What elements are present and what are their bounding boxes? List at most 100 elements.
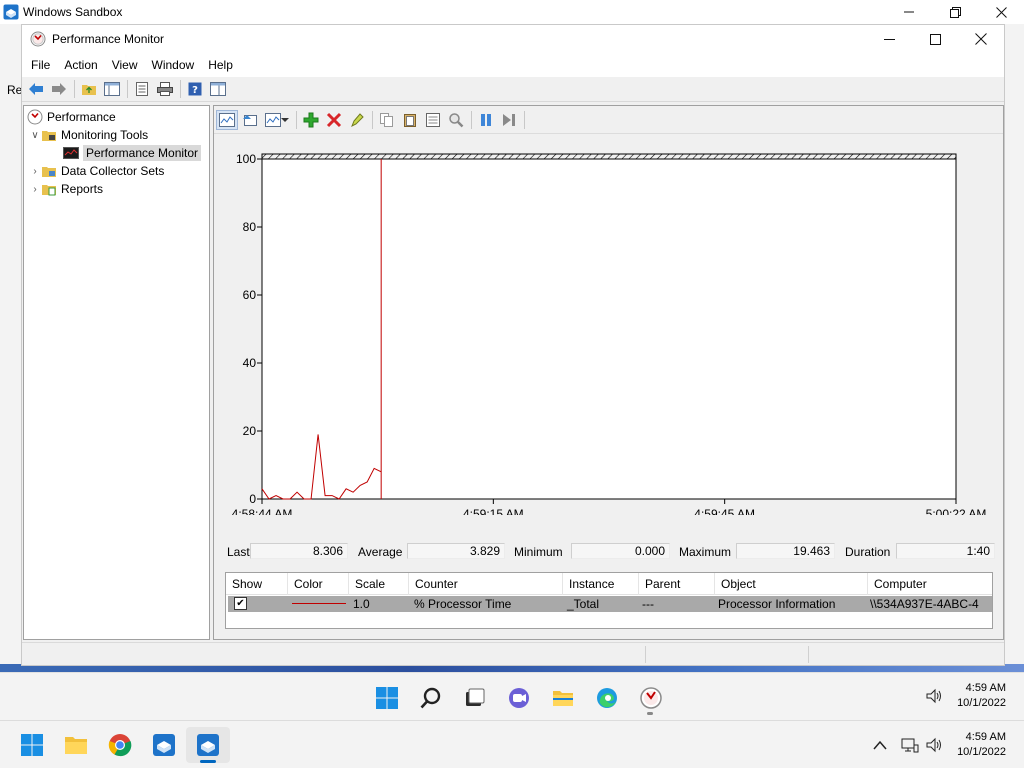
search-button[interactable] — [409, 681, 453, 715]
tree-item-performance-monitor[interactable]: Performance Monitor — [63, 144, 202, 162]
line-chart[interactable]: 100 80 60 40 20 0 4:58:44 AM 4:59:15 AM 4:59:45 … — [214, 135, 1003, 515]
sandbox-restore-button[interactable] — [932, 0, 978, 24]
menu-window[interactable]: Window — [145, 58, 202, 72]
chevron-right-icon[interactable]: › — [29, 166, 41, 177]
host-sandbox-button-2[interactable] — [186, 727, 230, 763]
minimum-value: 0.000 — [571, 543, 670, 559]
average-value: 3.829 — [407, 543, 505, 559]
volume-icon[interactable] — [925, 688, 943, 704]
folder-icon — [42, 167, 56, 177]
maximum-label: Maximum — [679, 545, 732, 559]
print-button[interactable] — [154, 79, 176, 99]
chrome-button[interactable] — [98, 727, 142, 763]
tree-item-reports[interactable]: › Reports — [29, 180, 103, 198]
update-data-button[interactable] — [498, 110, 520, 130]
properties-pane-button[interactable] — [207, 79, 229, 99]
sandbox-close-button[interactable] — [978, 0, 1024, 24]
col-instance[interactable]: Instance — [563, 573, 639, 595]
show-checkbox[interactable]: ✔ — [234, 597, 247, 610]
chevron-down-icon[interactable]: ∨ — [29, 130, 41, 141]
perfmon-toolbar — [214, 106, 1003, 134]
sandbox-clock[interactable]: 4:59 AM 10/1/2022 — [957, 681, 1006, 711]
col-show[interactable]: Show — [226, 573, 288, 595]
toolbar-separator — [524, 110, 525, 129]
zoom-button[interactable] — [445, 110, 467, 130]
folder-up-icon — [82, 85, 96, 95]
host-start-button[interactable] — [10, 727, 54, 763]
last-value: 8.306 — [250, 543, 348, 559]
pm-minimize-button[interactable] — [866, 25, 912, 53]
host-clock[interactable]: 4:59 AM 10/1/2022 — [957, 730, 1006, 760]
start-button[interactable] — [365, 681, 409, 715]
copy-properties-button[interactable] — [376, 110, 398, 130]
change-graph-type-button[interactable] — [262, 110, 292, 130]
toolbar-separator — [471, 110, 472, 129]
overflow-hatch — [261, 153, 957, 160]
sandbox-titlebar[interactable]: Windows Sandbox — [0, 0, 1024, 24]
pm-close-button[interactable] — [958, 25, 1004, 53]
forward-arrow-icon — [52, 83, 66, 95]
tree-item-data-collector-sets[interactable]: › Data Collector Sets — [29, 162, 164, 180]
stats-bar: Last 8.306 Average 3.829 Minimum 0.000 M… — [224, 543, 999, 561]
host-file-explorer-button[interactable] — [54, 727, 98, 763]
console-tree: Performance ∨ Monitoring Tools Performan… — [23, 105, 210, 640]
x-tick-label: 5:00:22 AM — [926, 507, 987, 515]
task-view-button[interactable] — [453, 681, 497, 715]
highlight-button[interactable] — [346, 110, 368, 130]
search-icon — [420, 687, 441, 709]
view-current-activity-button[interactable] — [216, 109, 238, 130]
view-log-data-button[interactable] — [239, 110, 261, 130]
chevron-right-icon[interactable]: › — [29, 184, 41, 195]
col-computer[interactable]: Computer — [868, 573, 994, 595]
menu-help[interactable]: Help — [201, 58, 240, 72]
menu-action[interactable]: Action — [57, 58, 104, 72]
sandbox-minimize-button[interactable] — [886, 0, 932, 24]
menu-view[interactable]: View — [105, 58, 145, 72]
host-sandbox-button-1[interactable] — [142, 727, 186, 763]
folder-icon — [65, 737, 87, 754]
col-parent[interactable]: Parent — [639, 573, 715, 595]
y-tick-label: 80 — [243, 220, 257, 234]
chevron-up-icon[interactable] — [873, 739, 887, 751]
help-button[interactable]: ? — [184, 79, 206, 99]
instance-cell: _Total — [567, 597, 600, 611]
teams-chat-button[interactable] — [497, 681, 541, 715]
tree-item-performance[interactable]: Performance — [27, 108, 116, 126]
col-scale[interactable]: Scale — [349, 573, 409, 595]
tree-item-monitoring-tools[interactable]: ∨ Monitoring Tools — [29, 126, 148, 144]
toolbar-separator — [180, 80, 181, 98]
file-explorer-button[interactable] — [541, 681, 585, 715]
perfmon-icon — [27, 109, 43, 125]
add-counter-button[interactable] — [300, 110, 322, 130]
folder-icon — [42, 185, 56, 196]
properties-button[interactable] — [422, 110, 444, 130]
duration-value: 1:40 — [896, 543, 995, 559]
freeze-display-button[interactable] — [475, 110, 497, 130]
col-counter[interactable]: Counter — [409, 573, 563, 595]
delete-counter-button[interactable] — [323, 110, 345, 130]
edge-button[interactable] — [585, 681, 629, 715]
show-hide-tree-button[interactable] — [101, 79, 123, 99]
pm-maximize-button[interactable] — [912, 25, 958, 53]
menu-file[interactable]: File — [24, 58, 57, 72]
pm-titlebar[interactable]: Performance Monitor — [22, 25, 1004, 53]
tree-label: Reports — [61, 182, 104, 196]
chart-svg: 100 80 60 40 20 04:58:44 AM 4:59:15 AM 4:59:45 … — [232, 152, 987, 515]
running-indicator — [647, 712, 653, 715]
perfmon-taskbar-button[interactable] — [629, 681, 673, 715]
paste-counter-list-button[interactable] — [399, 110, 421, 130]
table-row[interactable]: ✔ 1.0 % Processor Time _Total --- Proces… — [228, 596, 992, 612]
up-level-button[interactable] — [78, 79, 100, 99]
host-date: 10/1/2022 — [957, 746, 1006, 758]
sandbox-taskbar: 4:59 AM 10/1/2022 — [0, 672, 1024, 720]
svg-text:?: ? — [192, 85, 198, 96]
col-color[interactable]: Color — [288, 573, 349, 595]
network-icon[interactable] — [901, 737, 919, 753]
y-tick-label: 20 — [243, 424, 257, 438]
last-label: Last — [227, 545, 250, 559]
col-object[interactable]: Object — [715, 573, 868, 595]
back-button[interactable] — [25, 79, 47, 99]
forward-button[interactable] — [48, 79, 70, 99]
volume-icon[interactable] — [925, 737, 943, 753]
export-list-button[interactable] — [131, 79, 153, 99]
